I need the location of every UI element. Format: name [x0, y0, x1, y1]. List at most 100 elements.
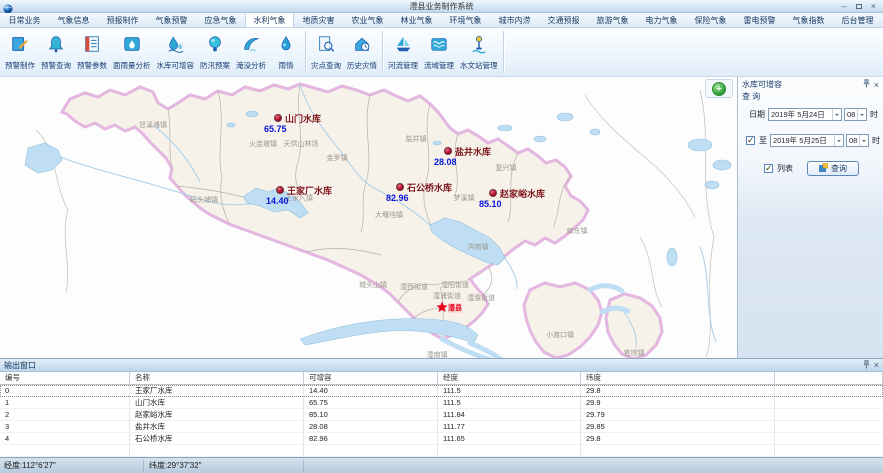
bulb-icon	[205, 34, 225, 59]
to-label: 至	[759, 135, 767, 146]
date-from-select[interactable]: 2019年 5月24日	[768, 108, 842, 121]
to-checkbox[interactable]: ✓	[746, 136, 755, 145]
toolbar-button-warning-create[interactable]: 预警制作	[2, 28, 38, 76]
water-drops-icon	[165, 34, 185, 59]
pin-icon[interactable]	[863, 79, 870, 90]
reservoir-capacity-panel: 水库可增容 × 查 询 日期 2019年 5月24日 08 时 ✓ 至 2019…	[737, 77, 883, 358]
chevron-down-icon	[832, 109, 841, 120]
reservoir-name: 石公桥水库	[407, 181, 452, 194]
town-label: 澧澹街道	[467, 293, 495, 303]
date-to-select[interactable]: 2019年 5月25日	[770, 134, 844, 147]
toolbar-button-warning-params[interactable]: 预警参数	[74, 28, 110, 76]
panel-close-icon[interactable]: ×	[874, 81, 879, 89]
town-label: 码头铺镇	[190, 195, 218, 205]
maximize-icon	[856, 4, 862, 9]
town-label: 澧南镇	[427, 350, 448, 358]
reservoir-dot-icon	[489, 189, 497, 197]
reservoir-name: 山门水库	[285, 112, 321, 125]
toolbar-button-rain-info[interactable]: 雨情	[269, 28, 303, 76]
menu-tab[interactable]: 后台管理	[833, 13, 882, 27]
column-header: 编号	[0, 372, 130, 385]
toolbar-button-flood-plan[interactable]: 防汛预案	[197, 28, 233, 76]
map-canvas[interactable]: 甘溪滩镇火连坡镇天供山林场金罗镇盐井镇复兴镇码头铺镇王家厂镇梦溪镇大堰垱镇如东镇…	[0, 77, 737, 358]
toolbar-button-reservoir-capacity[interactable]: 水库可增容	[154, 28, 198, 76]
menu-tab[interactable]: 林业气象	[392, 13, 441, 27]
menu-tab[interactable]: 环境气象	[441, 13, 490, 27]
window-title: 澧县业务制作系统	[0, 1, 883, 12]
table-body: 0 王家厂水库 14.40 111.5 29.8 1 山门水库 65.75 11…	[0, 385, 883, 445]
menu-tab[interactable]: 地质灾害	[294, 13, 343, 27]
town-label: 盐井镇	[406, 134, 427, 144]
menu-tab[interactable]: 农业气象	[343, 13, 392, 27]
title-bar: 澧县业务制作系统 – ×	[0, 0, 883, 13]
sailboat-icon	[393, 34, 413, 59]
toolbar-separator	[382, 31, 383, 73]
reservoir-dot-icon	[444, 147, 452, 155]
town-label: 官垸镇	[624, 348, 645, 358]
params-list-icon	[82, 34, 102, 59]
table-header-row: 编号 名称 可增容 经度 纬度	[0, 372, 883, 385]
minimize-button[interactable]: –	[842, 2, 847, 11]
column-header: 纬度	[581, 372, 775, 385]
town-label: 澧西街道	[400, 282, 428, 292]
menu-tab[interactable]: 交通预报	[539, 13, 588, 27]
raindrop-icon	[276, 34, 296, 59]
panel-menu-query[interactable]: 查 询	[738, 90, 883, 103]
menu-tab[interactable]: 气象指数	[784, 13, 833, 27]
reservoir-value: 28.08	[434, 157, 457, 167]
zoom-in-button[interactable]: +	[712, 82, 726, 96]
table-row[interactable]: 0 王家厂水库 14.40 111.5 29.8	[0, 385, 883, 397]
rain-square-icon	[122, 34, 142, 59]
chevron-down-icon	[859, 135, 868, 146]
reservoir-value: 82.96	[386, 193, 409, 203]
menu-tab[interactable]: 气象信息	[49, 13, 98, 27]
house-clock-icon	[352, 34, 372, 59]
table-row[interactable]: 4 石公桥水库 82.96 111.65 29.8	[0, 433, 883, 445]
menu-tab[interactable]: 保险气象	[686, 13, 735, 27]
toolbar-button-warning-query[interactable]: 预警查询	[38, 28, 74, 76]
menu-tab[interactable]: 电力气象	[637, 13, 686, 27]
bell-icon	[46, 34, 66, 59]
menu-tab[interactable]: 城市内涝	[490, 13, 539, 27]
query-button[interactable]: 查询	[807, 161, 859, 176]
toolbar-button-disaster-point-query[interactable]: 灾点查询	[308, 28, 344, 76]
list-checkbox[interactable]: ✓	[764, 164, 773, 173]
menu-tab[interactable]: 旅游气象	[588, 13, 637, 27]
reservoir-value: 65.75	[264, 124, 287, 134]
menu-tab[interactable]: 气象预警	[147, 13, 196, 27]
toolbar-button-area-rain-analysis[interactable]: 面雨量分析	[110, 28, 154, 76]
toolbar-button-basin-management[interactable]: 流域管理	[421, 28, 457, 76]
town-label: 如东镇	[567, 226, 588, 236]
toolbar-button-river-management[interactable]: 河流管理	[385, 28, 421, 76]
close-button[interactable]: ×	[871, 2, 876, 11]
town-label: 复兴镇	[496, 163, 517, 173]
town-label: 小渡口镇	[546, 330, 574, 340]
toolbar-button-hydro-station-management[interactable]: 水文站管理	[457, 28, 501, 76]
town-label: 梦溪镇	[454, 193, 475, 203]
pin-icon[interactable]	[863, 360, 870, 371]
menu-tab-bar: 日常业务气象信息预报制作气象预警应急气象水利气象地质灾害农业气象林业气象环境气象…	[0, 13, 883, 28]
town-label: 大堰垱镇	[375, 210, 403, 220]
query-button-icon	[819, 163, 828, 174]
output-close-icon[interactable]: ×	[874, 361, 879, 369]
toolbar-separator	[305, 31, 306, 73]
maximize-button[interactable]	[856, 2, 862, 11]
reservoir-value: 85.10	[479, 199, 502, 209]
hour-to-select[interactable]: 08	[846, 134, 869, 147]
table-row[interactable]: 3 盐井水库 28.08 111.77 29.85	[0, 421, 883, 433]
table-row[interactable]: 2 赵家峪水库 85.10 111.84 29.79	[0, 409, 883, 421]
toolbar-button-disaster-history[interactable]: 历史灾情	[344, 28, 380, 76]
date-label: 日期	[749, 109, 765, 120]
menu-tab[interactable]: 日常业务	[0, 13, 49, 27]
menu-tab[interactable]: 应急气象	[196, 13, 245, 27]
county-map-graphic	[0, 77, 737, 358]
menu-tab[interactable]: 水利气象	[245, 13, 294, 27]
toolbar-button-inundation-analysis[interactable]: 淹没分析	[233, 28, 269, 76]
menu-tab[interactable]: 雷电预警	[735, 13, 784, 27]
empty-table-row	[0, 445, 883, 457]
column-header: 名称	[130, 372, 304, 385]
hour-from-select[interactable]: 08	[844, 108, 867, 121]
output-window: 输出窗口 × 编号 名称 可增容 经度 纬度 0 王家厂水库 14.40 111…	[0, 358, 883, 457]
table-row[interactable]: 1 山门水库 65.75 111.5 29.9	[0, 397, 883, 409]
menu-tab[interactable]: 预报制作	[98, 13, 147, 27]
